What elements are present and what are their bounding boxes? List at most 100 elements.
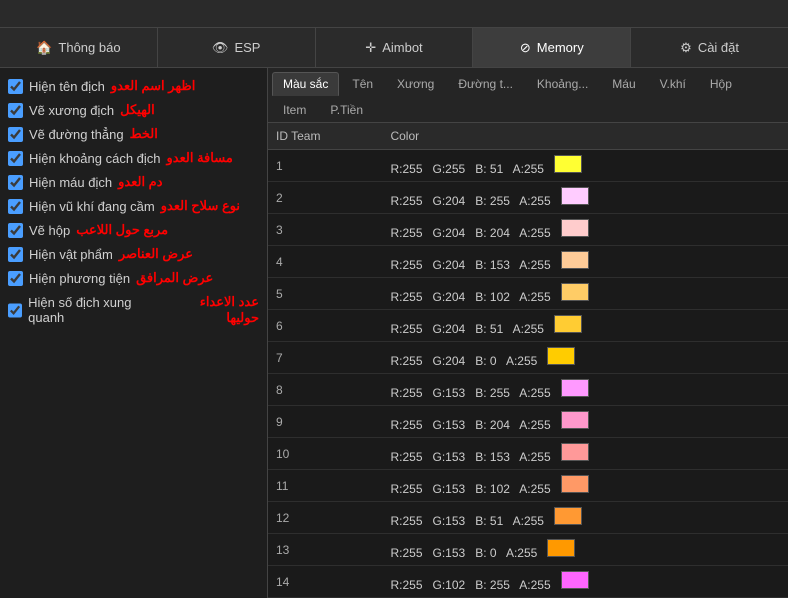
cell-color[interactable]: R:255 G:204 B: 51 A:255 bbox=[382, 310, 788, 342]
checkbox-ve-hop[interactable] bbox=[8, 223, 23, 238]
tab-ten[interactable]: Tên bbox=[341, 72, 384, 96]
cell-color[interactable]: R:255 G:153 B: 255 A:255 bbox=[382, 374, 788, 406]
tab-duong-t[interactable]: Đường t... bbox=[447, 72, 524, 96]
color-swatch[interactable] bbox=[561, 443, 589, 461]
cell-color[interactable]: R:255 G:204 B: 153 A:255 bbox=[382, 246, 788, 278]
nav-btn-aimbot[interactable]: ✛Aimbot bbox=[316, 28, 474, 67]
table-row[interactable]: 12 R:255 G:153 B: 51 A:255 bbox=[268, 502, 788, 534]
r-value: R:255 bbox=[390, 514, 422, 528]
tab-item[interactable]: Item bbox=[272, 98, 317, 122]
checkbox-hien-vu-khi[interactable] bbox=[8, 199, 23, 214]
g-value: G:204 bbox=[433, 290, 466, 304]
color-swatch[interactable] bbox=[561, 283, 589, 301]
table-row[interactable]: 6 R:255 G:204 B: 51 A:255 bbox=[268, 310, 788, 342]
color-swatch[interactable] bbox=[561, 187, 589, 205]
cell-color[interactable]: R:255 G:153 B: 51 A:255 bbox=[382, 502, 788, 534]
arabic-label-hien-so-dich: عدد الاعداء حوليها bbox=[169, 294, 259, 326]
checkbox-ve-duong-thang[interactable] bbox=[8, 127, 23, 142]
table-row[interactable]: 7 R:255 G:204 B: 0 A:255 bbox=[268, 342, 788, 374]
checkbox-hien-phuong-tien[interactable] bbox=[8, 271, 23, 286]
r-value: R:255 bbox=[390, 450, 422, 464]
table-row[interactable]: 13 R:255 G:153 B: 0 A:255 bbox=[268, 534, 788, 566]
table-row[interactable]: 4 R:255 G:204 B: 153 A:255 bbox=[268, 246, 788, 278]
color-table: ID Team Color 1 R:255 G:255 B: 51 A:255 … bbox=[268, 123, 788, 598]
table-row[interactable]: 8 R:255 G:153 B: 255 A:255 bbox=[268, 374, 788, 406]
a-value: A:255 bbox=[519, 450, 550, 464]
nav-btn-thongbao[interactable]: 🏠Thông báo bbox=[0, 28, 158, 67]
r-value: R:255 bbox=[390, 482, 422, 496]
label-hien-phuong-tien: Hiện phương tiện bbox=[29, 271, 130, 286]
cell-color[interactable]: R:255 G:153 B: 204 A:255 bbox=[382, 406, 788, 438]
color-swatch[interactable] bbox=[554, 507, 582, 525]
label-hien-ten-dich: Hiện tên địch bbox=[29, 79, 105, 94]
checkbox-item-ve-hop[interactable]: Vẽ hộp مربع حول اللاعب bbox=[8, 222, 259, 238]
tab-xuong[interactable]: Xương bbox=[386, 72, 445, 96]
checkbox-item-hien-khoang-cach[interactable]: Hiện khoảng cách địch مسافة العدو bbox=[8, 150, 259, 166]
arabic-label-hien-vat-pham: عرض العناصر bbox=[119, 246, 193, 262]
checkbox-item-hien-so-dich[interactable]: Hiện số địch xung quanh عدد الاعداء حولي… bbox=[8, 294, 259, 326]
arabic-label-ve-xuong-dich: الهيكل bbox=[120, 102, 155, 118]
checkbox-hien-so-dich[interactable] bbox=[8, 303, 22, 318]
table-row[interactable]: 9 R:255 G:153 B: 204 A:255 bbox=[268, 406, 788, 438]
cell-id: 9 bbox=[268, 406, 382, 438]
nav-label-thongbao: Thông báo bbox=[58, 40, 120, 55]
label-hien-vat-pham: Hiện vật phẩm bbox=[29, 247, 113, 262]
checkbox-item-hien-vu-khi[interactable]: Hiện vũ khí đang cầm نوع سلاح العدو bbox=[8, 198, 259, 214]
color-swatch[interactable] bbox=[561, 379, 589, 397]
cell-color[interactable]: R:255 G:153 B: 102 A:255 bbox=[382, 470, 788, 502]
checkbox-item-hien-ten-dich[interactable]: Hiện tên địch اظهر اسم العدو bbox=[8, 78, 259, 94]
tab-v-khi[interactable]: V.khí bbox=[649, 72, 697, 96]
tab-p-tien[interactable]: P.Tiền bbox=[319, 98, 374, 122]
table-row[interactable]: 11 R:255 G:153 B: 102 A:255 bbox=[268, 470, 788, 502]
nav-btn-caidat[interactable]: ⚙Cài đặt bbox=[631, 28, 788, 67]
checkbox-hien-mau-dich[interactable] bbox=[8, 175, 23, 190]
table-row[interactable]: 10 R:255 G:153 B: 153 A:255 bbox=[268, 438, 788, 470]
cell-color[interactable]: R:255 G:204 B: 204 A:255 bbox=[382, 214, 788, 246]
label-ve-hop: Vẽ hộp bbox=[29, 223, 70, 238]
checkbox-hien-vat-pham[interactable] bbox=[8, 247, 23, 262]
checkbox-hien-khoang-cach[interactable] bbox=[8, 151, 23, 166]
tab-khoang[interactable]: Khoảng... bbox=[526, 72, 599, 96]
color-swatch[interactable] bbox=[547, 347, 575, 365]
color-swatch[interactable] bbox=[561, 251, 589, 269]
cell-color[interactable]: R:255 G:204 B: 102 A:255 bbox=[382, 278, 788, 310]
tab-mau[interactable]: Máu bbox=[601, 72, 646, 96]
color-swatch[interactable] bbox=[554, 155, 582, 173]
color-swatch[interactable] bbox=[547, 539, 575, 557]
cell-color[interactable]: R:255 G:204 B: 255 A:255 bbox=[382, 182, 788, 214]
tab-mau-sac[interactable]: Màu sắc bbox=[272, 72, 339, 96]
cell-color[interactable]: R:255 G:153 B: 153 A:255 bbox=[382, 438, 788, 470]
g-value: G:204 bbox=[433, 194, 466, 208]
cell-color[interactable]: R:255 G:153 B: 0 A:255 bbox=[382, 534, 788, 566]
color-swatch[interactable] bbox=[561, 475, 589, 493]
table-row[interactable]: 3 R:255 G:204 B: 204 A:255 bbox=[268, 214, 788, 246]
r-value: R:255 bbox=[390, 386, 422, 400]
table-row[interactable]: 5 R:255 G:204 B: 102 A:255 bbox=[268, 278, 788, 310]
nav-btn-esp[interactable]: 👁ESP bbox=[158, 28, 316, 67]
checkbox-item-hien-vat-pham[interactable]: Hiện vật phẩm عرض العناصر bbox=[8, 246, 259, 262]
table-container[interactable]: ID Team Color 1 R:255 G:255 B: 51 A:255 … bbox=[268, 123, 788, 598]
checkbox-item-hien-mau-dich[interactable]: Hiện máu địch دم العدو bbox=[8, 174, 259, 190]
cell-color[interactable]: R:255 G:102 B: 255 A:255 bbox=[382, 566, 788, 598]
color-swatch[interactable] bbox=[561, 219, 589, 237]
checkbox-hien-ten-dich[interactable] bbox=[8, 79, 23, 94]
table-row[interactable]: 1 R:255 G:255 B: 51 A:255 bbox=[268, 150, 788, 182]
arabic-label-hien-khoang-cach: مسافة العدو bbox=[167, 150, 233, 166]
cell-color[interactable]: R:255 G:204 B: 0 A:255 bbox=[382, 342, 788, 374]
cell-color[interactable]: R:255 G:255 B: 51 A:255 bbox=[382, 150, 788, 182]
checkbox-item-hien-phuong-tien[interactable]: Hiện phương tiện عرض المرافق bbox=[8, 270, 259, 286]
table-row[interactable]: 14 R:255 G:102 B: 255 A:255 bbox=[268, 566, 788, 598]
checkbox-item-ve-xuong-dich[interactable]: Vẽ xương địch الهيكل bbox=[8, 102, 259, 118]
checkbox-item-ve-duong-thang[interactable]: Vẽ đường thẳng الخط bbox=[8, 126, 259, 142]
color-swatch[interactable] bbox=[561, 411, 589, 429]
tab-hop[interactable]: Hộp bbox=[699, 72, 743, 96]
checkbox-ve-xuong-dich[interactable] bbox=[8, 103, 23, 118]
cell-id: 10 bbox=[268, 438, 382, 470]
color-swatch[interactable] bbox=[561, 571, 589, 589]
color-swatch[interactable] bbox=[554, 315, 582, 333]
nav-btn-memory[interactable]: ⊘Memory bbox=[473, 28, 631, 67]
tab-bar: Màu sắcTênXươngĐường t...Khoảng...MáuV.k… bbox=[268, 68, 788, 123]
arabic-label-hien-mau-dich: دم العدو bbox=[118, 174, 162, 190]
table-header-row: ID Team Color bbox=[268, 123, 788, 150]
table-row[interactable]: 2 R:255 G:204 B: 255 A:255 bbox=[268, 182, 788, 214]
